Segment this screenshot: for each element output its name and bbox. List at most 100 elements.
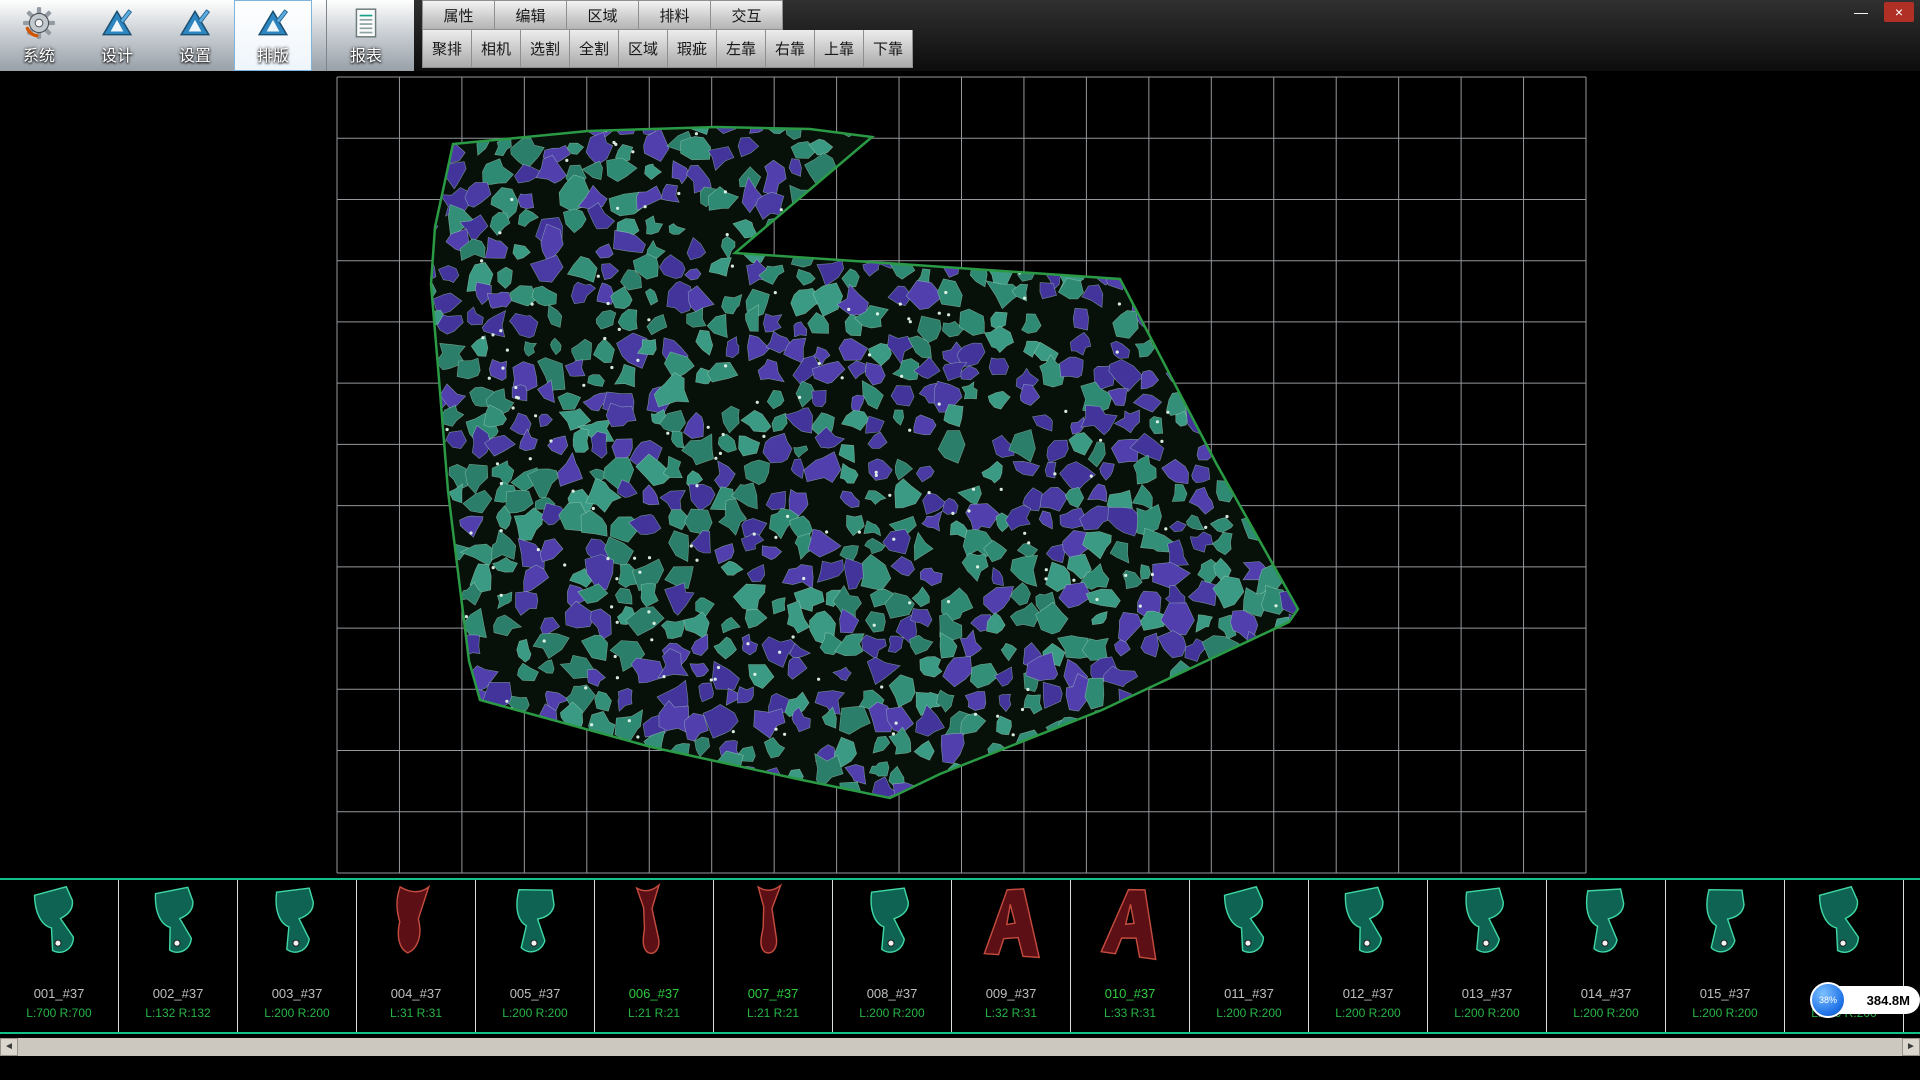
menu-tab-edit[interactable]: 编辑 <box>494 0 567 30</box>
horizontal-scrollbar[interactable]: ◄ ► <box>0 1038 1920 1056</box>
piece-count: L:200 R:200 <box>1666 1004 1784 1022</box>
piece-shape <box>952 882 1070 984</box>
piece-name: 011_#37 <box>1190 984 1308 1004</box>
tool-button-snap-right[interactable]: 右靠 <box>765 30 815 68</box>
ruler-icon <box>178 6 212 40</box>
menu-tab-row: 属性编辑区域排料交互 <box>423 0 913 30</box>
piece-count: L:700 R:700 <box>0 1004 118 1022</box>
piece-thumb-014[interactable]: 014_#37L:200 R:200 <box>1547 880 1666 1032</box>
piece-shape <box>238 882 356 984</box>
piece-thumb-012[interactable]: 012_#37L:200 R:200 <box>1309 880 1428 1032</box>
piece-thumb-011[interactable]: 011_#37L:200 R:200 <box>1190 880 1309 1032</box>
piece-count: L:21 R:21 <box>595 1004 713 1022</box>
piece-thumb-006[interactable]: 006_#37L:21 R:21 <box>595 880 714 1032</box>
piece-shape <box>1190 882 1308 984</box>
piece-name: 006_#37 <box>595 984 713 1004</box>
piece-thumbnail-strip: 001_#37L:700 R:700002_#37L:132 R:132003_… <box>0 878 1920 1034</box>
progress-circle: 38% <box>1810 982 1846 1018</box>
mode-label-system: 系统 <box>23 42 55 66</box>
piece-thumb-005[interactable]: 005_#37L:200 R:200 <box>476 880 595 1032</box>
piece-name: 010_#37 <box>1071 984 1189 1004</box>
mode-label-layout: 排版 <box>257 42 289 66</box>
piece-shape <box>119 882 237 984</box>
piece-count: L:200 R:200 <box>1190 1004 1308 1022</box>
piece-thumb-003[interactable]: 003_#37L:200 R:200 <box>238 880 357 1032</box>
piece-count: L:31 R:31 <box>357 1004 475 1022</box>
piece-thumb-007[interactable]: 007_#37L:21 R:21 <box>714 880 833 1032</box>
menu-area: 属性编辑区域排料交互 聚排相机选割全割区域瑕疵左靠右靠上靠下靠 <box>423 0 913 68</box>
piece-shape <box>714 882 832 984</box>
scroll-left-arrow[interactable]: ◄ <box>0 1038 18 1056</box>
tool-button-snap-down[interactable]: 下靠 <box>863 30 913 68</box>
scroll-track[interactable] <box>18 1038 1902 1056</box>
tool-button-region[interactable]: 区域 <box>618 30 668 68</box>
piece-shape <box>0 882 118 984</box>
report-icon <box>349 6 383 40</box>
piece-count: L:200 R:200 <box>1309 1004 1427 1022</box>
piece-shape <box>1785 882 1903 984</box>
titlebar: 系统设计设置排版报表 属性编辑区域排料交互 聚排相机选割全割区域瑕疵左靠右靠上靠… <box>0 0 1920 71</box>
ruler-icon <box>100 6 134 40</box>
piece-count: L:200 R:200 <box>1428 1004 1546 1022</box>
piece-thumb-010[interactable]: 010_#37L:33 R:31 <box>1071 880 1190 1032</box>
mode-button-system[interactable]: 系统 <box>0 0 78 71</box>
piece-count: L:132 R:132 <box>119 1004 237 1022</box>
piece-count: L:32 R:31 <box>952 1004 1070 1022</box>
memory-status-badge: 384.8M 38% <box>1810 982 1920 1018</box>
gear-icon <box>22 6 56 40</box>
piece-thumb-009[interactable]: 009_#37L:32 R:31 <box>952 880 1071 1032</box>
piece-name: 013_#37 <box>1428 984 1546 1004</box>
piece-name: 015_#37 <box>1666 984 1784 1004</box>
piece-count: L:200 R:200 <box>476 1004 594 1022</box>
piece-thumb-015[interactable]: 015_#37L:200 R:200 <box>1666 880 1785 1032</box>
nesting-canvas[interactable] <box>0 71 1920 878</box>
piece-thumb-004[interactable]: 004_#37L:31 R:31 <box>357 880 476 1032</box>
piece-name: 014_#37 <box>1547 984 1665 1004</box>
piece-name: 002_#37 <box>119 984 237 1004</box>
menu-tab-nesting[interactable]: 排料 <box>638 0 711 30</box>
piece-name: 003_#37 <box>238 984 356 1004</box>
piece-shape <box>1309 882 1427 984</box>
mode-button-settings[interactable]: 设置 <box>156 0 234 71</box>
tool-button-select-cut[interactable]: 选割 <box>520 30 570 68</box>
close-button[interactable]: × <box>1884 2 1914 22</box>
app-window: 系统设计设置排版报表 属性编辑区域排料交互 聚排相机选割全割区域瑕疵左靠右靠上靠… <box>0 0 1920 1080</box>
piece-count: L:33 R:31 <box>1071 1004 1189 1022</box>
piece-name: 001_#37 <box>0 984 118 1004</box>
piece-name: 012_#37 <box>1309 984 1427 1004</box>
ruler-icon <box>256 6 290 40</box>
mode-toolbar: 系统设计设置排版 报表 <box>0 0 414 71</box>
tool-button-camera[interactable]: 相机 <box>471 30 521 68</box>
piece-thumb-013[interactable]: 013_#37L:200 R:200 <box>1428 880 1547 1032</box>
piece-shape <box>595 882 713 984</box>
piece-thumb-002[interactable]: 002_#37L:132 R:132 <box>119 880 238 1032</box>
scroll-right-arrow[interactable]: ► <box>1902 1038 1920 1056</box>
tool-button-snap-up[interactable]: 上靠 <box>814 30 864 68</box>
mode-button-design[interactable]: 设计 <box>78 0 156 71</box>
memory-value: 384.8M <box>1867 993 1910 1008</box>
minimize-button[interactable]: — <box>1846 2 1876 22</box>
piece-shape <box>1666 882 1784 984</box>
piece-count: L:21 R:21 <box>714 1004 832 1022</box>
piece-shape <box>476 882 594 984</box>
piece-thumb-001[interactable]: 001_#37L:700 R:700 <box>0 880 119 1032</box>
menu-tab-properties[interactable]: 属性 <box>422 0 495 30</box>
piece-shape <box>1547 882 1665 984</box>
mode-button-report[interactable]: 报表 <box>326 0 405 71</box>
piece-name: 009_#37 <box>952 984 1070 1004</box>
tool-button-defect[interactable]: 瑕疵 <box>667 30 717 68</box>
piece-count: L:200 R:200 <box>238 1004 356 1022</box>
mode-button-layout[interactable]: 排版 <box>234 0 312 71</box>
tool-button-cut-all[interactable]: 全割 <box>569 30 619 68</box>
piece-thumb-008[interactable]: 008_#37L:200 R:200 <box>833 880 952 1032</box>
piece-name: 005_#37 <box>476 984 594 1004</box>
piece-count: L:200 R:200 <box>1547 1004 1665 1022</box>
tool-button-cluster-nest[interactable]: 聚排 <box>422 30 472 68</box>
piece-shape <box>833 882 951 984</box>
piece-name: 008_#37 <box>833 984 951 1004</box>
piece-shape <box>357 882 475 984</box>
menu-tab-interact[interactable]: 交互 <box>710 0 783 30</box>
tool-button-snap-left[interactable]: 左靠 <box>716 30 766 68</box>
menu-tab-region[interactable]: 区域 <box>566 0 639 30</box>
piece-count: L:200 R:200 <box>833 1004 951 1022</box>
